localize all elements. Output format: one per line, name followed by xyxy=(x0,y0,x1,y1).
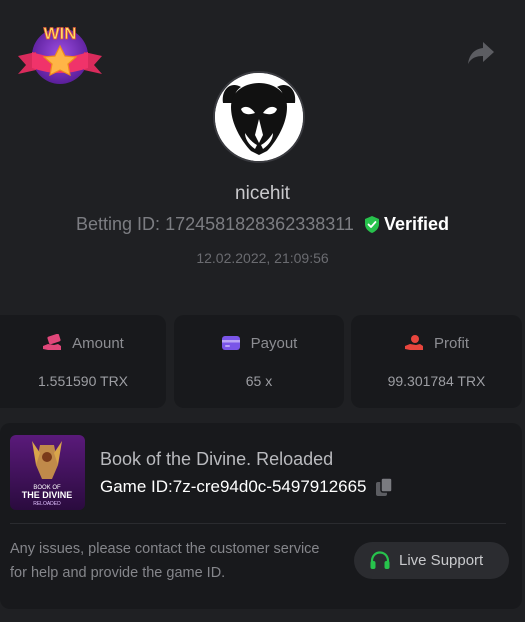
profit-value: 99.301784 TRX xyxy=(387,373,486,389)
bet-datetime: 12.02.2022, 21:09:56 xyxy=(196,250,329,266)
amount-label: Amount xyxy=(72,334,124,352)
payout-label: Payout xyxy=(250,334,298,352)
game-thumb-sub: RELOADED xyxy=(33,501,61,507)
game-id-value: 7z-cre94d0c-5497912665 xyxy=(172,477,367,496)
amount-card: Amount 1.551590 TRX xyxy=(0,315,166,408)
win-badge: WIN xyxy=(14,18,106,88)
amount-value: 1.551590 TRX xyxy=(37,373,129,389)
avatar xyxy=(213,71,305,163)
live-support-label: Live Support xyxy=(399,552,484,569)
headset-icon xyxy=(370,550,390,569)
profit-header: Profit xyxy=(351,334,522,352)
share-button[interactable] xyxy=(466,40,496,66)
payout-card: Payout 65 x xyxy=(174,315,344,408)
betting-id-row: Betting ID: 1724581828362338311 Verified xyxy=(0,214,525,235)
shield-check-icon xyxy=(364,216,379,233)
betting-id-value: 1724581828362338311 xyxy=(165,214,354,234)
payout-value: 65 x xyxy=(245,373,273,389)
username: nicehit xyxy=(235,183,290,204)
payout-header: Payout xyxy=(174,334,344,352)
live-support-button[interactable]: Live Support xyxy=(354,542,509,579)
money-hand-icon xyxy=(43,334,62,350)
game-card: BOOK OF THE DIVINE RELOADED Book of the … xyxy=(0,423,522,609)
win-badge-text: WIN xyxy=(43,24,76,43)
profit-card: Profit 99.301784 TRX xyxy=(351,315,522,408)
game-id-row: Game ID: 7z-cre94d0c-5497912665 xyxy=(100,477,393,497)
profit-hand-icon xyxy=(404,335,423,350)
verified-label: Verified xyxy=(383,214,449,234)
profit-label: Profit xyxy=(433,334,469,352)
game-title: Book of the Divine. Reloaded xyxy=(100,449,334,469)
help-text: Any issues, please contact the customer … xyxy=(10,541,320,581)
game-thumbnail[interactable]: BOOK OF THE DIVINE RELOADED xyxy=(10,435,85,510)
card-icon xyxy=(221,336,240,350)
share-icon xyxy=(468,42,494,64)
amount-header: Amount xyxy=(0,334,166,352)
game-thumb-main: THE DIVINE xyxy=(22,490,73,500)
betting-id-label: Betting ID: xyxy=(76,214,161,234)
game-id-label: Game ID: xyxy=(100,477,173,496)
divider xyxy=(10,523,506,524)
copy-icon[interactable] xyxy=(375,477,393,497)
